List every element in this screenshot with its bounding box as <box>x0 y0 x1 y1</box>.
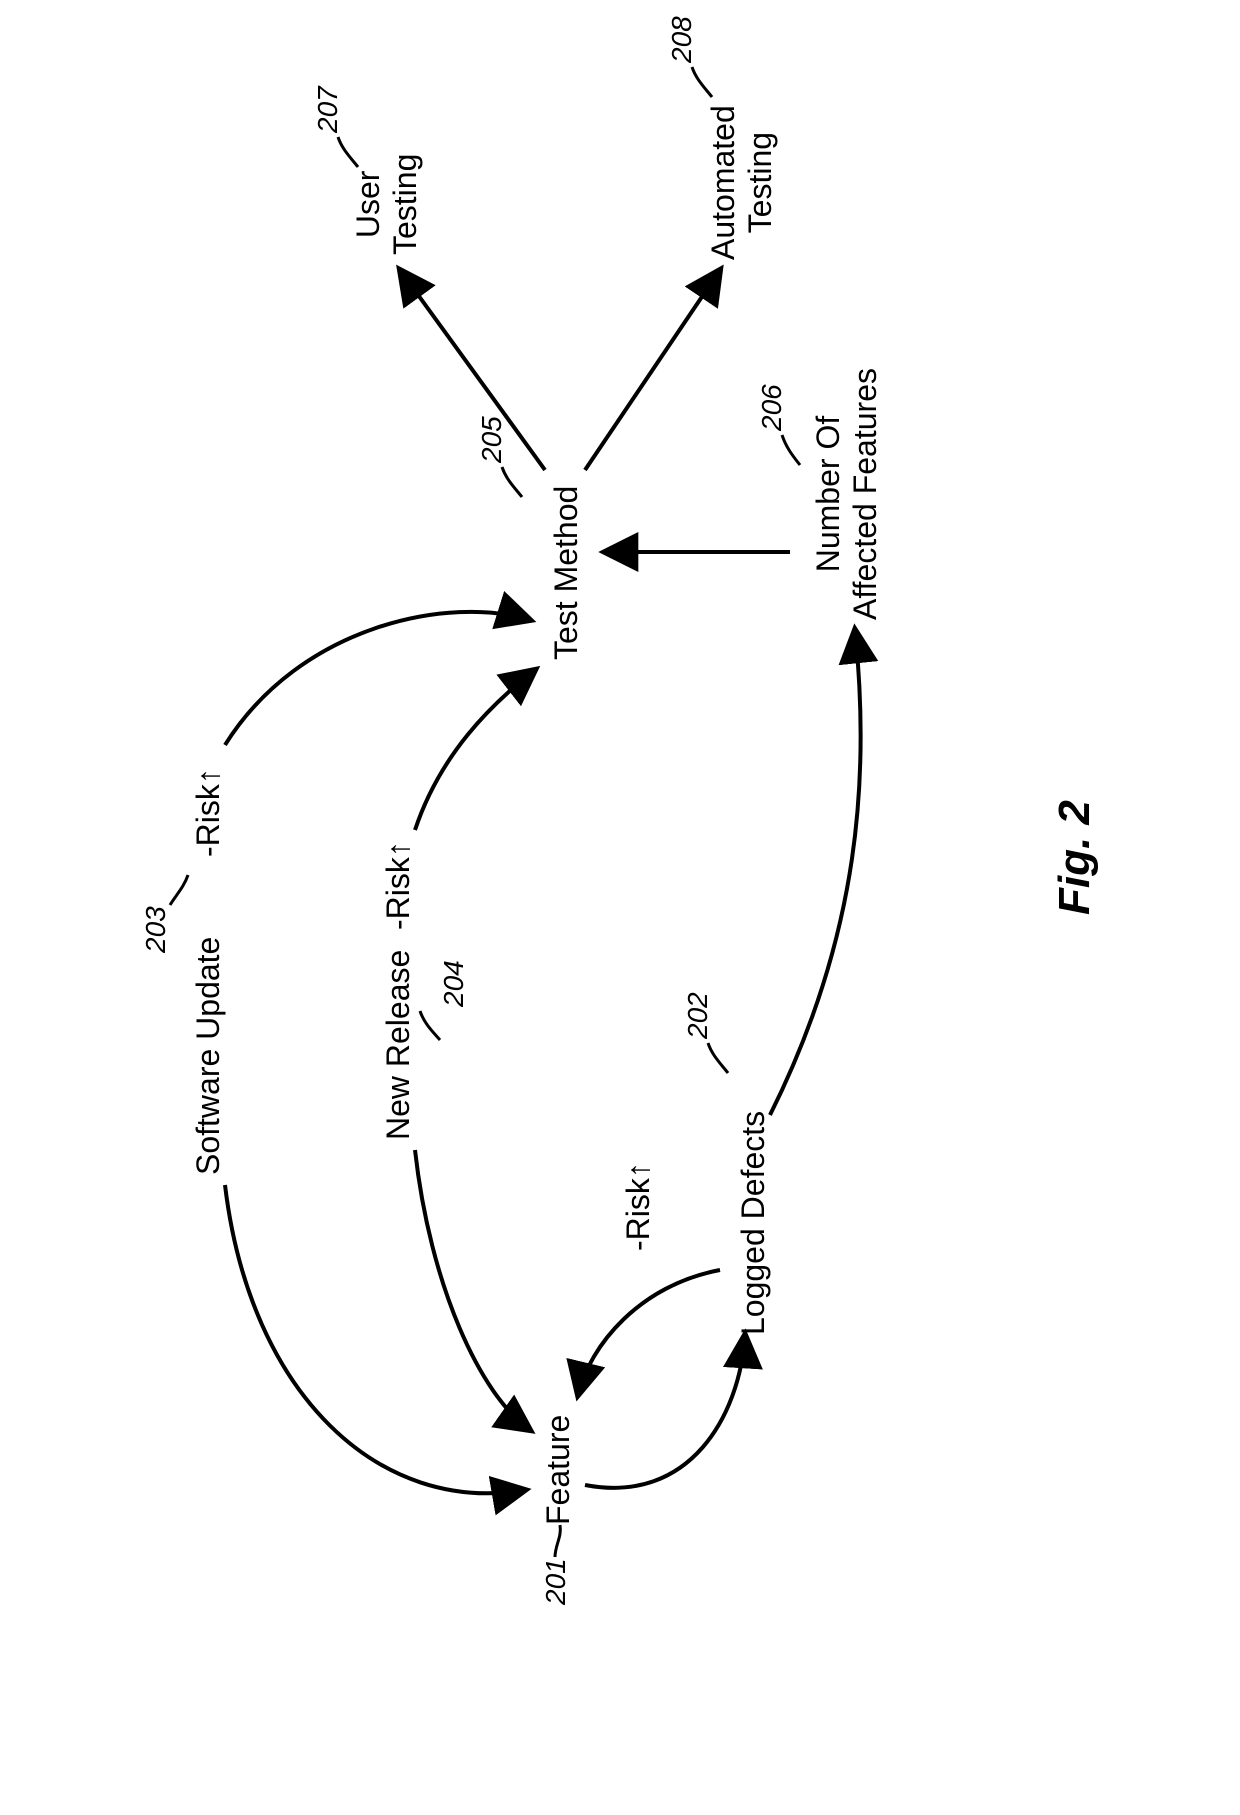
ref-204: 204 <box>438 960 470 1007</box>
node-new-release: New Release <box>380 950 417 1140</box>
edge-tag-defects-feature: -Risk↑ <box>620 1162 657 1251</box>
ref-205: 205 <box>476 416 508 463</box>
figure-caption: Fig. 2 <box>1050 800 1100 915</box>
ref-207: 207 <box>312 86 344 133</box>
edge-tag-software-update: -Risk↑ <box>190 768 227 857</box>
ref-206: 206 <box>756 384 788 431</box>
edge-tag-new-release: -Risk↑ <box>380 841 417 930</box>
node-feature: Feature <box>540 1415 577 1525</box>
node-logged-defects: Logged Defects <box>735 1111 772 1335</box>
ref-203: 203 <box>140 906 172 953</box>
node-automated-testing: Automated Testing <box>705 105 779 260</box>
ref-201: 201 <box>540 1558 572 1605</box>
node-user-testing: User Testing <box>350 154 424 255</box>
ref-208: 208 <box>666 16 698 63</box>
node-num-affected: Number Of Affected Features <box>810 368 884 620</box>
node-software-update: Software Update <box>190 937 227 1175</box>
diagram-canvas: Software Update -Risk↑ 203 New Release -… <box>0 0 1240 1815</box>
node-test-method: Test Method <box>548 486 585 660</box>
ref-202: 202 <box>682 992 714 1039</box>
